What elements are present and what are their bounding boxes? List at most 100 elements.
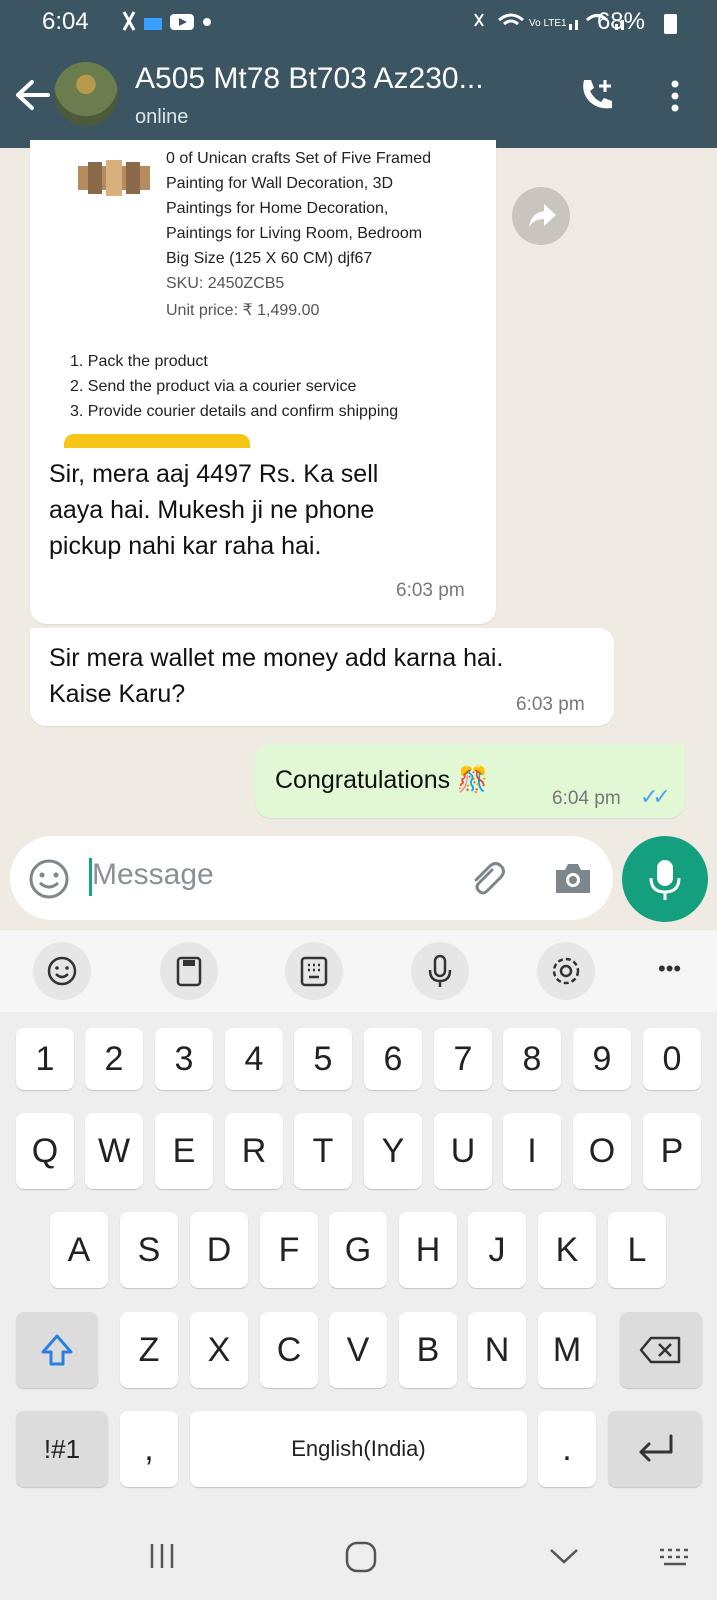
emoji-keyboard-button[interactable] xyxy=(33,942,91,1000)
hide-keyboard-icon[interactable] xyxy=(548,1544,580,1568)
key-8[interactable]: 8 xyxy=(503,1028,561,1090)
product-line-1: 0 of Unican crafts Set of Five Framed xyxy=(166,150,431,167)
battery-percent: 68% xyxy=(596,8,645,35)
presence-status: online xyxy=(135,106,189,128)
keyboard-toolbar xyxy=(0,930,717,1012)
key-g[interactable]: G xyxy=(329,1212,387,1288)
backspace-key[interactable] xyxy=(620,1312,702,1388)
key-k[interactable]: K xyxy=(538,1212,596,1288)
key-z[interactable]: Z xyxy=(120,1312,178,1388)
key-w[interactable]: W xyxy=(85,1113,143,1189)
product-sku: SKU: 2450ZCB5 xyxy=(166,275,285,292)
key-x[interactable]: X xyxy=(190,1312,248,1388)
app-header: 6:04 Vo LTE1 68% A505 Mt78 Bt703 Az230..… xyxy=(0,0,717,148)
key-o[interactable]: O xyxy=(573,1113,631,1189)
gear-icon xyxy=(552,957,580,985)
key-0[interactable]: 0 xyxy=(643,1028,701,1090)
message-text-line: Kaise Karu? xyxy=(49,680,186,708)
key-c[interactable]: C xyxy=(260,1312,318,1388)
product-thumbnail-image xyxy=(78,160,150,196)
instruction-step-2: 2. Send the product via a courier servic… xyxy=(70,378,357,395)
emoji-icon[interactable] xyxy=(28,858,70,900)
microphone-icon xyxy=(428,954,452,987)
key-1[interactable]: 1 xyxy=(16,1028,74,1090)
key-6[interactable]: 6 xyxy=(364,1028,422,1090)
key-2[interactable]: 2 xyxy=(85,1028,143,1090)
yellow-button-partial xyxy=(64,434,250,448)
message-timestamp: 6:04 pm xyxy=(552,788,621,809)
forward-icon xyxy=(529,204,556,227)
keypad-icon xyxy=(300,956,328,987)
period-key[interactable]: . xyxy=(538,1411,596,1487)
key-n[interactable]: N xyxy=(468,1312,526,1388)
backspace-icon xyxy=(639,1336,681,1364)
key-r[interactable]: R xyxy=(225,1113,283,1189)
microphone-icon xyxy=(649,860,681,900)
message-text-line: pickup nahi kar raha hai. xyxy=(49,532,322,560)
key-y[interactable]: Y xyxy=(364,1113,422,1189)
status-notification-icons xyxy=(122,8,232,40)
battery-icon xyxy=(664,14,677,34)
chat-title[interactable]: A505 Mt78 Bt703 Az230... xyxy=(135,62,484,96)
camera-icon[interactable] xyxy=(552,858,594,900)
key-t[interactable]: T xyxy=(294,1113,352,1189)
avatar[interactable] xyxy=(54,62,118,126)
key-v[interactable]: V xyxy=(329,1312,387,1388)
message-input[interactable]: Message xyxy=(92,858,214,892)
key-q[interactable]: Q xyxy=(16,1113,74,1189)
symbols-key[interactable]: !#1 xyxy=(16,1411,108,1487)
voice-record-button[interactable] xyxy=(622,836,708,922)
home-icon[interactable] xyxy=(344,1540,378,1574)
key-p[interactable]: P xyxy=(643,1113,701,1189)
keypad-button[interactable] xyxy=(285,942,343,1000)
recent-apps-icon[interactable] xyxy=(146,1540,178,1572)
key-m[interactable]: M xyxy=(538,1312,596,1388)
message-text-line: Sir mera wallet me money add karna hai. xyxy=(49,644,504,672)
key-h[interactable]: H xyxy=(399,1212,457,1288)
key-s[interactable]: S xyxy=(120,1212,178,1288)
key-d[interactable]: D xyxy=(190,1212,248,1288)
key-9[interactable]: 9 xyxy=(573,1028,631,1090)
enter-arrow-icon xyxy=(639,1434,673,1462)
key-4[interactable]: 4 xyxy=(225,1028,283,1090)
product-line-5: Big Size (125 X 60 CM) djf67 xyxy=(166,250,373,267)
shift-key[interactable] xyxy=(16,1312,98,1388)
voice-input-button[interactable] xyxy=(411,942,469,1000)
enter-key[interactable] xyxy=(608,1411,702,1487)
attach-icon[interactable] xyxy=(468,858,510,900)
key-u[interactable]: U xyxy=(434,1113,492,1189)
keyboard-settings-button[interactable] xyxy=(537,942,595,1000)
key-f[interactable]: F xyxy=(260,1212,318,1288)
forward-button[interactable] xyxy=(512,187,570,245)
key-a[interactable]: A xyxy=(50,1212,108,1288)
key-l[interactable]: L xyxy=(608,1212,666,1288)
space-key[interactable]: English(India) xyxy=(190,1411,527,1487)
key-j[interactable]: J xyxy=(468,1212,526,1288)
add-call-icon[interactable] xyxy=(578,76,616,114)
more-tools-button[interactable]: ••• xyxy=(658,956,681,982)
product-line-2: Painting for Wall Decoration, 3D xyxy=(166,175,394,192)
keyboard-switch-icon[interactable] xyxy=(656,1544,694,1570)
key-7[interactable]: 7 xyxy=(434,1028,492,1090)
svg-text:Vo LTE1: Vo LTE1 xyxy=(529,18,567,29)
clipboard-button[interactable] xyxy=(160,942,218,1000)
instruction-step-3: 3. Provide courier details and confirm s… xyxy=(70,403,399,420)
key-3[interactable]: 3 xyxy=(155,1028,213,1090)
back-arrow-icon[interactable] xyxy=(14,78,50,112)
comma-key[interactable]: , xyxy=(120,1411,178,1487)
key-b[interactable]: B xyxy=(399,1312,457,1388)
clipboard-icon xyxy=(176,956,202,987)
read-receipt-icon: ✓✓ xyxy=(640,784,671,809)
key-5[interactable]: 5 xyxy=(294,1028,352,1090)
more-options-icon[interactable] xyxy=(664,78,686,114)
status-time: 6:04 xyxy=(42,8,89,35)
product-unit-price: Unit price: ₹ 1,499.00 xyxy=(166,302,320,319)
product-line-4: Paintings for Living Room, Bedroom xyxy=(166,225,423,242)
message-text-line: aaya hai. Mukesh ji ne phone xyxy=(49,496,375,524)
message-timestamp: 6:03 pm xyxy=(516,694,585,715)
key-i[interactable]: I xyxy=(503,1113,561,1189)
product-line-3: Paintings for Home Decoration, xyxy=(166,200,389,217)
key-e[interactable]: E xyxy=(155,1113,213,1189)
instruction-step-1: 1. Pack the product xyxy=(70,353,208,370)
message-text: Congratulations 🎊 xyxy=(275,766,489,794)
